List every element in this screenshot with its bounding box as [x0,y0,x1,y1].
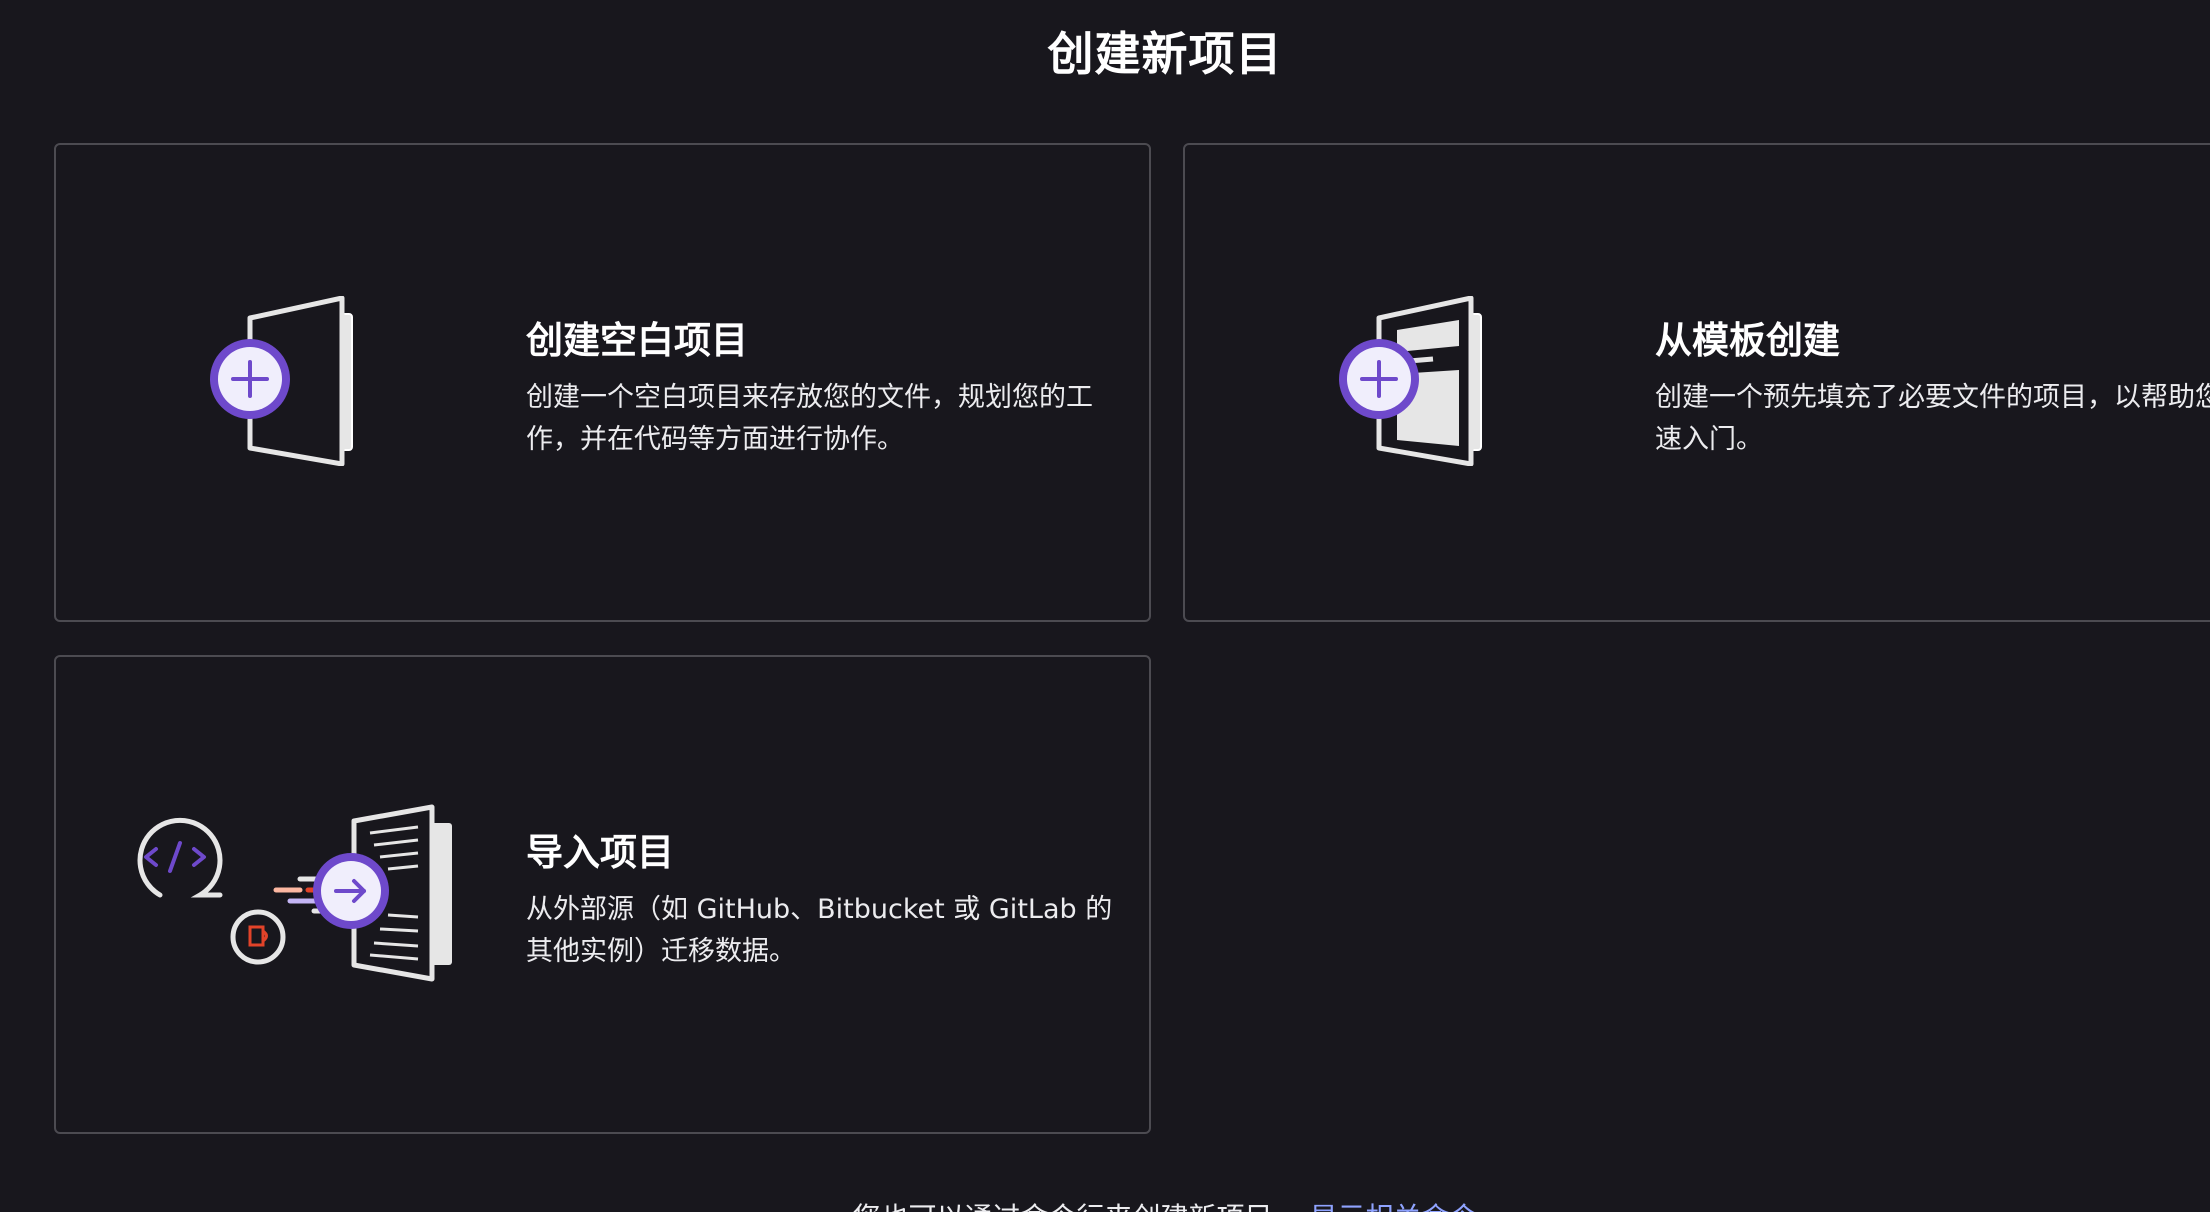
cli-hint-text: 您也可以通过命令行来创建新项目。 [853,1201,1301,1212]
import-project-card[interactable]: 导入项目 从外部源（如 GitHub、Bitbucket 或 GitLab 的其… [54,655,1151,1134]
card-description: 创建一个预先填充了必要文件的项目，以帮助您快速入门。 [1655,382,2210,455]
card-description: 创建一个空白项目来存放您的文件，规划您的工作，并在代码等方面进行协作。 [526,382,1093,455]
page-title: 创建新项目 [1047,27,1283,81]
cli-hint: 您也可以通过命令行来创建新项目。 显示相关命令 [0,1196,2210,1212]
card-title: 导入项目 [526,831,674,874]
create-blank-project-card[interactable]: 创建空白项目 创建一个空白项目来存放您的文件，规划您的工作，并在代码等方面进行协… [54,143,1151,622]
blank-project-icon [206,295,376,470]
page: 创建新项目 创建空白项目 创建一个空白项目来存放您的文件，规划您的工作，并在代码… [0,0,2210,1212]
create-from-template-card[interactable]: 从模板创建 创建一个预先填充了必要文件的项目，以帮助您快速入门。 [1183,143,2210,622]
import-project-icon [118,803,468,987]
card-title: 从模板创建 [1655,319,1840,362]
card-description: 从外部源（如 GitHub、Bitbucket 或 GitLab 的其他实例）迁… [526,894,1113,967]
show-command-link[interactable]: 显示相关命令 [1309,1201,1477,1212]
template-project-icon [1335,295,1505,470]
card-title: 创建空白项目 [526,319,748,362]
